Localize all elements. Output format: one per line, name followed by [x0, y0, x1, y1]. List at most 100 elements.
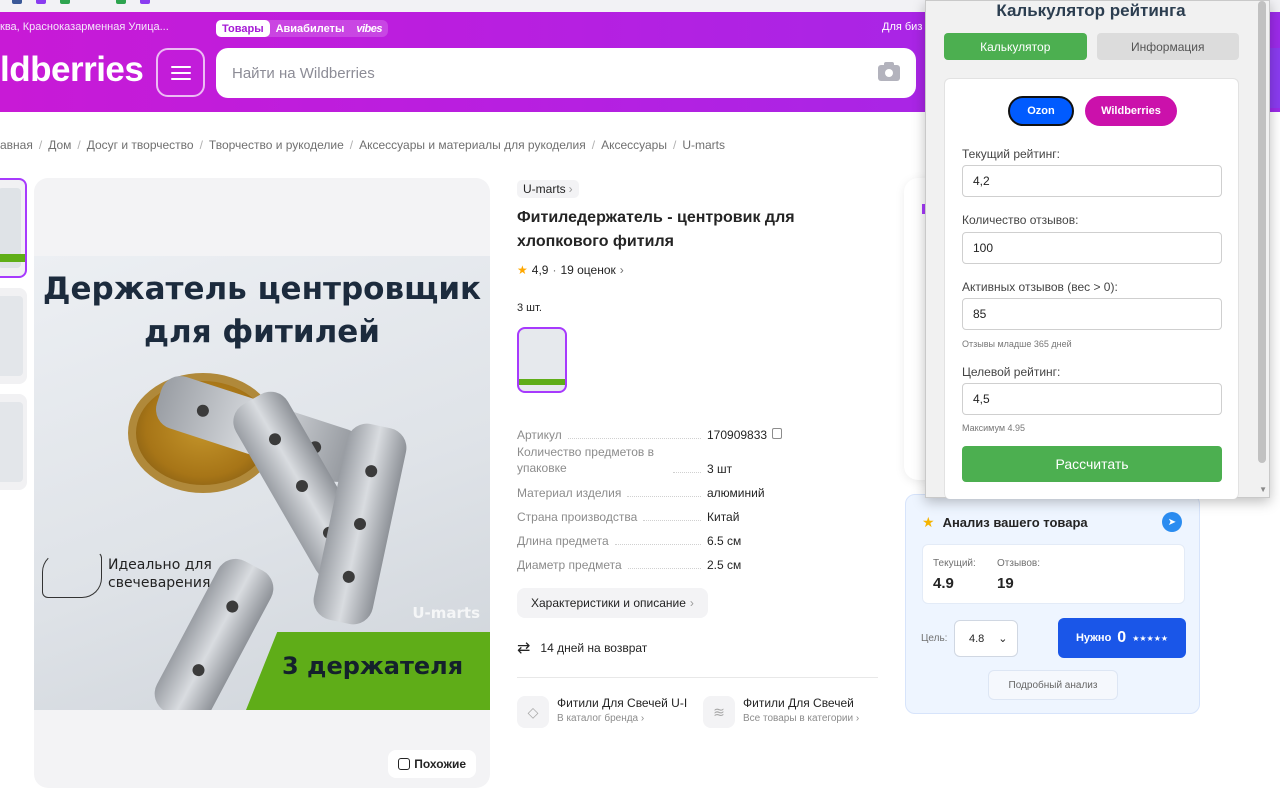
target-rating-label: Целевой рейтинг:: [962, 365, 1061, 379]
spec-leader: [567, 438, 701, 439]
goal-select[interactable]: 4.8 ⌄: [954, 620, 1018, 657]
need-value: 0: [1117, 629, 1127, 646]
spec-key-text: Страна производства: [517, 510, 638, 524]
product-main-image[interactable]: Держатель центровщик для фитилей Идеальн…: [34, 256, 490, 710]
telegram-icon[interactable]: ➤: [1162, 512, 1182, 532]
category-link-text: Фитили Для Свечей Все товары в категории…: [743, 696, 859, 724]
scroll-down-arrow-icon[interactable]: ▼: [1259, 485, 1267, 494]
tab-information[interactable]: Информация: [1096, 33, 1239, 60]
gallery-thumbnail-2[interactable]: [0, 288, 27, 384]
brand-watermark: U-marts: [412, 604, 480, 622]
current-value: 4.9: [933, 575, 954, 592]
holder-hole: [266, 431, 284, 448]
target-rating-input[interactable]: [962, 383, 1222, 415]
category-link-title: Фитили Для Свечей: [743, 696, 854, 710]
article-number[interactable]: 170909833: [707, 428, 767, 442]
tag-icon: ◇: [517, 696, 549, 728]
characteristics-button[interactable]: Характеристики и описание ›: [517, 588, 708, 618]
delivery-location[interactable]: ква, Красноказарменная Улица...: [0, 21, 169, 33]
spec-row: Диаметр предмета 2.5 см: [517, 548, 797, 572]
popup-scrollbar[interactable]: [1258, 1, 1266, 463]
spec-leader: [627, 496, 701, 497]
search-bar: [216, 48, 916, 98]
image-caption-line: Идеально для: [108, 557, 212, 573]
copy-icon[interactable]: [772, 428, 783, 439]
characteristics-label: Характеристики и описание: [531, 596, 686, 610]
spec-key-text: Диаметр предмета: [517, 558, 622, 572]
tab-vibes[interactable]: vibes: [350, 20, 388, 37]
bookmark-icon[interactable]: [36, 0, 46, 4]
menu-button[interactable]: [156, 48, 205, 97]
camera-icon[interactable]: [878, 62, 900, 81]
breadcrumb-item[interactable]: Аксессуары: [601, 138, 667, 152]
active-reviews-input[interactable]: [962, 298, 1222, 330]
gallery-thumbnail-1[interactable]: [0, 178, 27, 278]
holder-hole: [224, 598, 241, 615]
breadcrumb-item[interactable]: Творчество и рукоделие: [209, 138, 344, 152]
popup-title: Калькулятор рейтинга: [996, 1, 1186, 20]
reviews-label: Отзывов:: [997, 558, 1040, 569]
breadcrumb-separator: /: [591, 138, 596, 152]
spec-value: 170909833: [707, 428, 783, 442]
spec-key: Страна производства: [517, 510, 707, 524]
current-rating-input[interactable]: [962, 165, 1222, 197]
brand-catalog-link[interactable]: ◇ Фитили Для Свечей U-I В каталог бренда…: [517, 696, 695, 728]
spec-value: алюминий: [707, 486, 765, 500]
category-link[interactable]: ≋ Фитили Для Свечей Все товары в категор…: [703, 696, 883, 728]
for-business-link[interactable]: Для биз: [882, 21, 922, 33]
active-reviews-label: Активных отзывов (вес > 0):: [962, 280, 1118, 294]
analysis-stats: Текущий: 4.9 Отзывов: 19: [922, 544, 1185, 604]
holder-hole: [352, 516, 368, 532]
breadcrumb-item[interactable]: Досуг и творчество: [87, 138, 194, 152]
analysis-widget: ★ Анализ вашего товара ➤ Текущий: 4.9 От…: [905, 494, 1200, 714]
holder-hole: [364, 464, 379, 479]
product-rating[interactable]: ★ 4,9 · 19 оценок ›: [517, 263, 624, 277]
breadcrumb-item[interactable]: авная: [0, 138, 33, 152]
breadcrumb-separator: /: [349, 138, 354, 152]
rating-value: 4,9: [531, 263, 549, 277]
bookmark-icon[interactable]: [116, 0, 126, 4]
category-link-subtitle-text: Все товары в категории: [743, 713, 854, 724]
breadcrumb-item[interactable]: U-marts: [682, 138, 725, 152]
variant-label: 3 шт.: [517, 302, 542, 314]
breadcrumb-item[interactable]: Дом: [48, 138, 71, 152]
detailed-analysis-button[interactable]: Подробный анализ: [988, 670, 1118, 700]
tab-goods[interactable]: Товары: [216, 20, 270, 37]
variant-thumbnail[interactable]: [517, 327, 567, 393]
spec-key-text: Материал изделия: [517, 486, 622, 500]
divider: [517, 677, 878, 678]
spec-key: Материал изделия: [517, 486, 707, 500]
calculate-button[interactable]: Рассчитать: [962, 446, 1222, 482]
thumbnail-image: [0, 296, 23, 376]
rating-calculator-popup: Калькулятор рейтинга Калькулятор Информа…: [925, 0, 1270, 499]
wildberries-logo[interactable]: ldberries: [0, 50, 144, 90]
breadcrumb-separator: /: [38, 138, 43, 152]
hand-candle-icon: [42, 552, 102, 598]
holder-hole: [341, 569, 356, 584]
page: ква, Красноказарменная Улица... Товары А…: [0, 0, 1280, 800]
needed-reviews-button[interactable]: Нужно 0 ★★★★★: [1058, 618, 1186, 658]
breadcrumb-item[interactable]: Аксессуары и материалы для рукоделия: [359, 138, 586, 152]
wildberries-button[interactable]: Wildberries: [1085, 96, 1177, 126]
brand-catalog-subtitle-text: В каталог бренда: [557, 713, 639, 724]
bookmark-icon[interactable]: [140, 0, 150, 4]
chevron-down-icon: ⌄: [998, 633, 1008, 645]
spec-value: 3 шт: [707, 462, 733, 476]
spec-value: Китай: [707, 510, 740, 524]
tab-flights[interactable]: Авиабилеты: [270, 20, 351, 37]
reviews-count-input[interactable]: [962, 232, 1222, 264]
bookmark-icon[interactable]: [12, 0, 22, 4]
similar-button[interactable]: Похожие: [388, 750, 476, 778]
spec-value: 2.5 см: [707, 558, 742, 572]
search-input[interactable]: [232, 62, 852, 84]
tab-calculator[interactable]: Калькулятор: [944, 33, 1087, 60]
bookmark-icon[interactable]: [60, 0, 70, 4]
image-heading-line: Держатель центровщик: [42, 271, 482, 307]
product-title: Фитиледержатель - центровик для хлопково…: [517, 209, 795, 250]
star-icon: ★: [922, 514, 935, 530]
brand-catalog-title: Фитили Для Свечей U-I: [557, 696, 688, 710]
gallery-thumbnail-3[interactable]: [0, 394, 27, 490]
ozon-button[interactable]: Ozon: [1008, 96, 1074, 126]
analysis-title: Анализ вашего товара: [942, 515, 1088, 530]
brand-chip[interactable]: U-marts ›: [517, 180, 579, 198]
